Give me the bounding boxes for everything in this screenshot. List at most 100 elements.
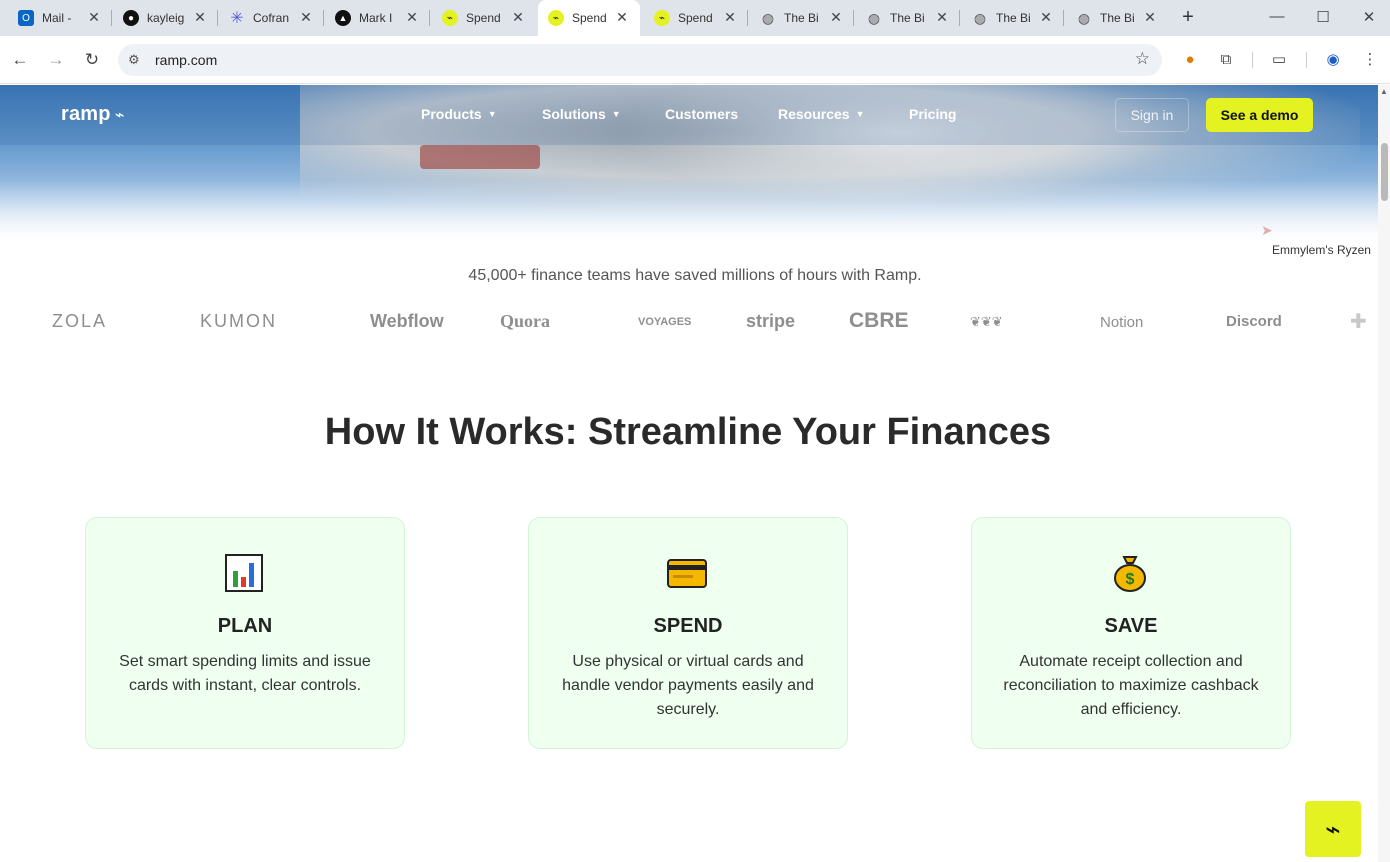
browser-tab[interactable]: ◍ The Bi ✕ xyxy=(960,0,1064,36)
reload-button[interactable]: ↻ xyxy=(80,48,104,72)
card-title: SPEND xyxy=(653,615,723,637)
browser-tab[interactable]: ⌁ Spend ✕ xyxy=(430,0,536,36)
globe-icon: ◍ xyxy=(1077,9,1091,26)
svg-text:$: $ xyxy=(1126,571,1135,588)
logo-text: ramp xyxy=(61,103,111,125)
tab-label: The Bi xyxy=(996,11,1031,25)
browser-tab[interactable]: ◍ The Bi ✕ xyxy=(748,0,854,36)
forward-button[interactable]: → xyxy=(44,48,68,72)
money-bag-icon: $ xyxy=(1114,556,1146,592)
menu-icon[interactable]: ⋮ xyxy=(1359,49,1381,71)
card-description: Automate receipt collection and reconcil… xyxy=(1003,653,1259,718)
scroll-up-icon[interactable]: ▲ xyxy=(1380,87,1388,96)
outlook-icon: O xyxy=(18,10,34,26)
nav-label: Resources xyxy=(778,106,850,122)
browser-tab[interactable]: ◍ The Bi ✕ xyxy=(1064,0,1168,36)
triangle-logo-icon: ▲ xyxy=(335,10,351,26)
quora-logo: Quora xyxy=(500,311,551,331)
back-button[interactable]: ← xyxy=(8,48,32,72)
chat-launcher-button[interactable]: ⌁ xyxy=(1305,801,1361,857)
tab-label: Spend xyxy=(466,11,501,25)
tab-label: Mark I xyxy=(359,11,393,25)
cbre-logo: CBRE xyxy=(849,309,909,332)
close-icon[interactable]: ✕ xyxy=(298,9,314,26)
hero-banner: ramp ⌁ Products ▼ Solutions ▼ Customers Res… xyxy=(0,85,1378,245)
browser-tab[interactable]: ▲ Mark I ✕ xyxy=(324,0,430,36)
card-description: Use physical or virtual cards and handle… xyxy=(562,653,814,718)
ramp-icon: ⌁ xyxy=(442,10,458,26)
browser-tab[interactable]: O Mail - ✕ xyxy=(8,0,112,36)
chevron-down-icon: ▼ xyxy=(487,109,497,119)
bookmark-star-icon[interactable]: ☆ xyxy=(1135,49,1150,69)
card-spend: SPEND Use physical or virtual cards and … xyxy=(528,517,848,749)
scrollbar-thumb[interactable] xyxy=(1381,143,1388,201)
maximize-button[interactable]: ☐ xyxy=(1313,8,1333,26)
chevron-down-icon: ▼ xyxy=(611,109,621,119)
new-tab-button[interactable]: + xyxy=(1178,6,1198,29)
nav-label: Pricing xyxy=(909,106,957,122)
ramp-icon: ⌁ xyxy=(548,10,564,26)
close-icon[interactable]: ✕ xyxy=(1142,9,1158,26)
address-bar[interactable]: ⚙ ramp.com ☆ xyxy=(118,44,1162,76)
see-demo-button[interactable]: See a demo xyxy=(1206,98,1313,132)
nav-label: Customers xyxy=(665,106,739,122)
globe-icon: ◍ xyxy=(973,9,987,26)
close-icon[interactable]: ✕ xyxy=(404,9,420,26)
tab-label: Mail - xyxy=(42,11,72,25)
mouse-cursor-icon: ➤ xyxy=(1261,222,1273,238)
site-settings-icon[interactable]: ⚙ xyxy=(128,52,140,68)
card-title: SAVE xyxy=(1104,615,1158,637)
sign-in-button[interactable]: Sign in xyxy=(1115,98,1189,132)
profile-icon[interactable]: ◉ xyxy=(1322,49,1344,71)
close-window-button[interactable]: ✕ xyxy=(1359,8,1379,26)
nav-pricing[interactable]: Pricing xyxy=(909,106,956,122)
ramp-logo[interactable]: ramp ⌁ xyxy=(61,103,125,126)
tagline: 45,000+ finance teams have saved million… xyxy=(468,267,922,284)
browser-tab[interactable]: ✳ Cofran ✕ xyxy=(218,0,324,36)
minimize-button[interactable]: — xyxy=(1267,8,1287,25)
chevron-down-icon: ▼ xyxy=(855,109,865,119)
zola-logo: ZOLA xyxy=(52,311,108,331)
close-icon[interactable]: ✕ xyxy=(192,9,208,26)
nav-solutions[interactable]: Solutions ▼ xyxy=(542,106,621,122)
plus-logo-icon: ✚ xyxy=(1350,311,1367,333)
close-icon[interactable]: ✕ xyxy=(510,9,526,26)
cast-icon[interactable]: ▭ xyxy=(1268,49,1290,71)
browser-tab[interactable]: ◍ The Bi ✕ xyxy=(854,0,960,36)
browser-tab[interactable]: ● kayleig ✕ xyxy=(112,0,218,36)
ramp-icon: ⌁ xyxy=(654,10,670,26)
close-icon[interactable]: ✕ xyxy=(828,9,844,26)
web-page: ramp ⌁ Products ▼ Solutions ▼ Customers Res… xyxy=(0,85,1378,862)
close-icon[interactable]: ✕ xyxy=(722,9,738,26)
extensions-puzzle-icon[interactable]: ⧉ xyxy=(1215,49,1237,71)
tooltip: Emmylem's Ryzen xyxy=(1272,243,1371,257)
stripe-logo: stripe xyxy=(746,311,796,331)
card-description: Set smart spending limits and issue card… xyxy=(119,653,371,694)
close-icon[interactable]: ✕ xyxy=(1038,9,1054,26)
bar-chart-icon xyxy=(225,554,263,592)
browser-tab[interactable]: ⌁ Spend ✕ xyxy=(642,0,748,36)
close-icon[interactable]: ✕ xyxy=(934,9,950,26)
tab-label: Spend xyxy=(678,11,713,25)
site-navbar: ramp ⌁ Products ▼ Solutions ▼ Customers Res… xyxy=(0,85,1378,145)
close-icon[interactable]: ✕ xyxy=(614,9,630,26)
extension-icon[interactable]: ● xyxy=(1179,49,1201,71)
browser-tab-active[interactable]: ⌁ Spend ✕ xyxy=(538,0,640,36)
tab-label: The Bi xyxy=(890,11,925,25)
nav-products[interactable]: Products ▼ xyxy=(421,106,497,122)
credit-card-icon xyxy=(667,559,707,588)
section-heading: How It Works: Streamline Your Finances xyxy=(324,411,1052,453)
voyages-logo: VOYAGES xyxy=(638,316,692,328)
discord-logo: Discord xyxy=(1226,313,1282,330)
nav-resources[interactable]: Resources ▼ xyxy=(778,106,865,122)
close-icon[interactable]: ✕ xyxy=(86,9,102,26)
card-save: $ SAVE Automate receipt collection and r… xyxy=(971,517,1291,749)
tab-label: Cofran xyxy=(253,11,290,25)
nav-label: Products xyxy=(421,106,482,122)
nav-customers[interactable]: Customers xyxy=(665,106,738,122)
globe-icon: ◍ xyxy=(867,9,881,26)
tab-label: The Bi xyxy=(1100,11,1135,25)
url-text[interactable]: ramp.com xyxy=(155,52,217,68)
ramp-mark-icon: ⌁ xyxy=(114,107,125,124)
page-scrollbar[interactable]: ▲ xyxy=(1378,85,1390,862)
